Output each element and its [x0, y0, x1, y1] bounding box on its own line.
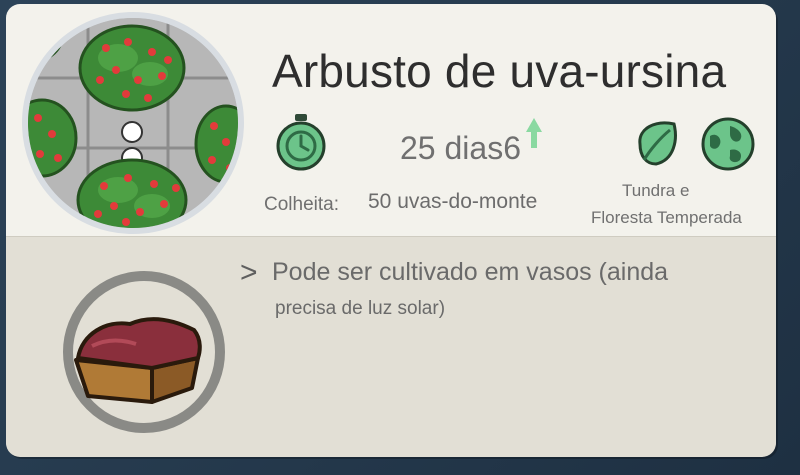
pot-note-line1: Pode ser cultivado em vasos (ainda: [272, 258, 669, 286]
harvest-label: Colheita:: [264, 194, 339, 215]
stopwatch-icon: [274, 112, 328, 177]
game-screen: Arbusto de uva-ursina 25 dias6 Colheita:…: [0, 0, 800, 475]
growth-arrow-icon: [524, 116, 544, 155]
biome-text-line1: Tundra e: [622, 181, 690, 200]
bearberry-bush-portrait: [28, 18, 238, 228]
plant-portrait: [22, 12, 244, 234]
leaf-icon: [630, 116, 684, 175]
plant-name-title: Arbusto de uva-ursina: [272, 45, 727, 97]
note-bullet-arrow: >: [240, 256, 258, 289]
harvest-value: 50 uvas-do-monte: [368, 190, 538, 213]
growth-time-value: 25 dias6: [400, 130, 521, 166]
pot-note-line2: precisa de luz solar): [275, 298, 446, 319]
planter-pot-icon: [52, 268, 242, 438]
globe-icon: [700, 116, 756, 177]
biome-text-line2: Floresta Temperada: [591, 208, 742, 227]
